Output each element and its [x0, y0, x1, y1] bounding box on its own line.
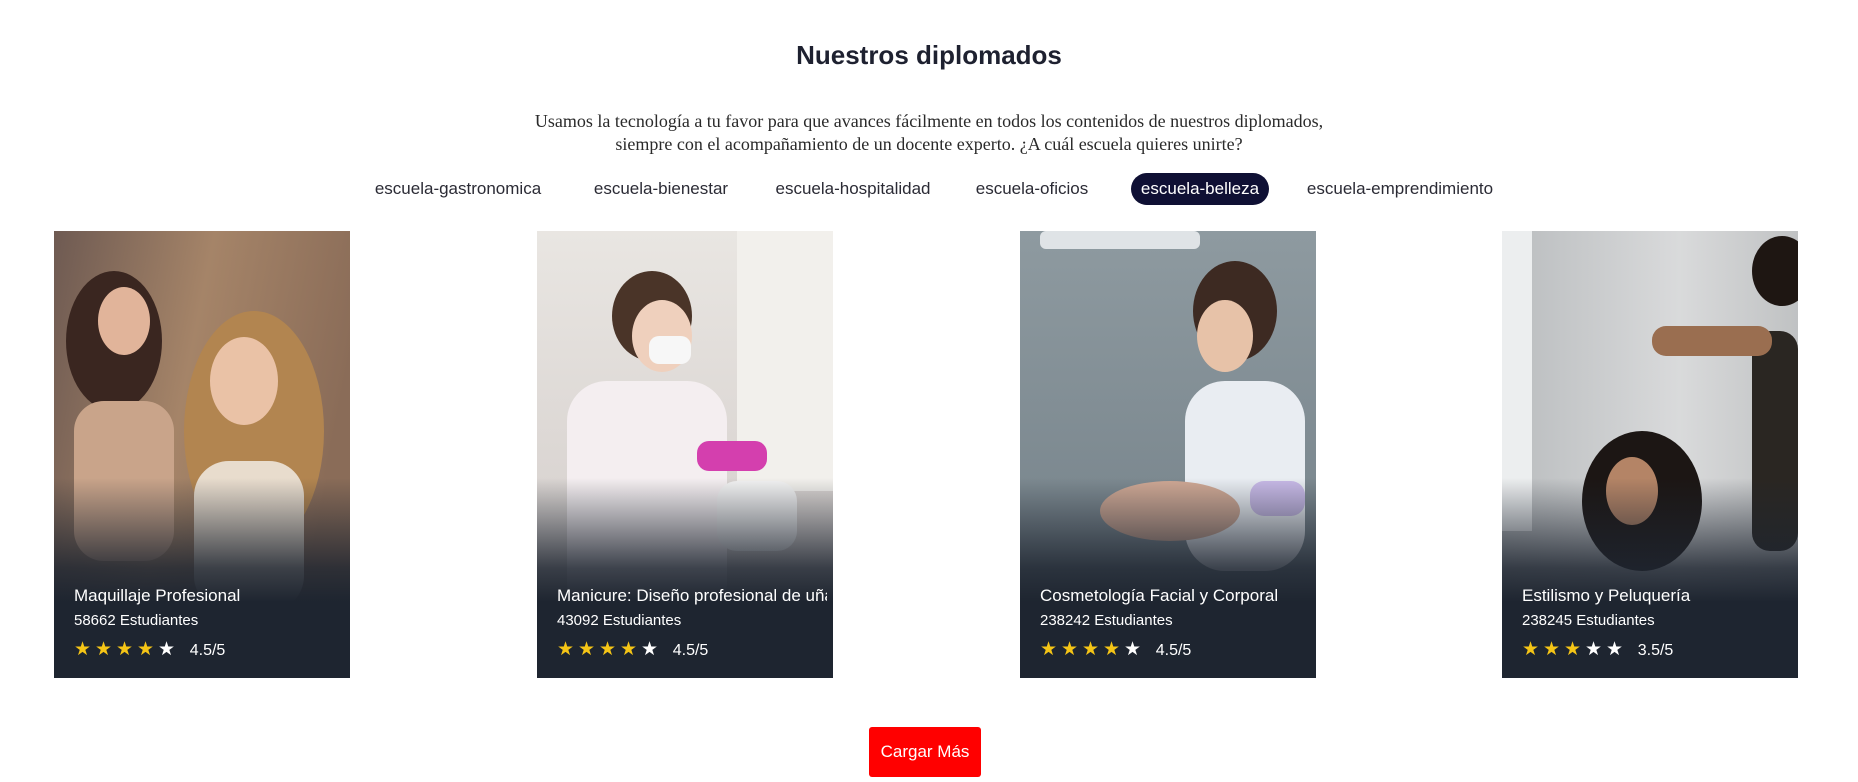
- star-filled-icon: ★: [1103, 639, 1121, 660]
- course-rating: ★ ★ ★ ★ ★ 4.5/5: [557, 639, 827, 661]
- subtitle-line-1: Usamos la tecnología a tu favor para que…: [534, 111, 1324, 131]
- tab-escuela-gastronomica[interactable]: escuela-gastronomica: [374, 173, 542, 205]
- star-empty-icon: ★: [1606, 639, 1624, 660]
- tab-escuela-bienestar[interactable]: escuela-bienestar: [586, 173, 736, 205]
- course-name: Estilismo y Peluquería: [1522, 586, 1691, 605]
- rating-score: 3.5/5: [1637, 642, 1674, 659]
- star-filled-icon: ★: [1082, 639, 1100, 660]
- load-more-button[interactable]: Cargar Más: [869, 727, 981, 777]
- course-rating: ★ ★ ★ ★ ★ 4.5/5: [1040, 639, 1310, 661]
- star-filled-icon: ★: [599, 639, 617, 660]
- star-empty-icon: ★: [158, 639, 176, 660]
- course-card[interactable]: Estilismo y Peluquería 238245 Estudiante…: [1502, 231, 1798, 678]
- subtitle-line-2: siempre con el acompañamiento de un doce…: [615, 134, 1243, 154]
- course-card[interactable]: Maquillaje Profesional 58662 Estudiantes…: [54, 231, 350, 678]
- school-tabs: escuela-gastronomica escuela-bienestar e…: [0, 173, 1858, 205]
- course-name: Cosmetología Facial y Corporal: [1040, 586, 1279, 605]
- course-info: Maquillaje Profesional 58662 Estudiantes…: [74, 586, 344, 661]
- tab-escuela-emprendimiento[interactable]: escuela-emprendimiento: [1303, 173, 1497, 205]
- course-name: Maquillaje Profesional: [74, 586, 241, 605]
- tab-escuela-belleza[interactable]: escuela-belleza: [1131, 173, 1269, 205]
- course-students: 238242 Estudiantes: [1040, 612, 1173, 629]
- star-filled-icon: ★: [557, 639, 575, 660]
- star-filled-icon: ★: [1522, 639, 1540, 660]
- star-filled-icon: ★: [95, 639, 113, 660]
- course-info: Manicure: Diseño profesional de uñas 430…: [557, 586, 827, 661]
- course-card[interactable]: Manicure: Diseño profesional de uñas 430…: [537, 231, 833, 678]
- star-filled-icon: ★: [1564, 639, 1582, 660]
- star-filled-icon: ★: [1040, 639, 1058, 660]
- course-card[interactable]: Cosmetología Facial y Corporal 238242 Es…: [1020, 231, 1316, 678]
- section-subtitle: Usamos la tecnología a tu favor para que…: [429, 110, 1429, 156]
- star-empty-icon: ★: [1124, 639, 1142, 660]
- star-empty-icon: ★: [641, 639, 659, 660]
- star-filled-icon: ★: [620, 639, 638, 660]
- tab-escuela-oficios[interactable]: escuela-oficios: [967, 173, 1097, 205]
- star-filled-icon: ★: [1543, 639, 1561, 660]
- course-students: 43092 Estudiantes: [557, 612, 682, 629]
- course-info: Cosmetología Facial y Corporal 238242 Es…: [1040, 586, 1310, 661]
- course-students: 238245 Estudiantes: [1522, 612, 1655, 629]
- section-title: Nuestros diplomados: [796, 40, 1062, 70]
- star-filled-icon: ★: [137, 639, 155, 660]
- star-filled-icon: ★: [74, 639, 92, 660]
- rating-score: 4.5/5: [189, 642, 226, 659]
- star-filled-icon: ★: [116, 639, 134, 660]
- star-empty-icon: ★: [1585, 639, 1603, 660]
- course-name: Manicure: Diseño profesional de uñas: [557, 586, 827, 605]
- star-filled-icon: ★: [578, 639, 596, 660]
- course-rating: ★ ★ ★ ★ ★ 3.5/5: [1522, 639, 1792, 661]
- rating-score: 4.5/5: [672, 642, 709, 659]
- course-students: 58662 Estudiantes: [74, 612, 199, 629]
- star-filled-icon: ★: [1061, 639, 1079, 660]
- course-info: Estilismo y Peluquería 238245 Estudiante…: [1522, 586, 1792, 661]
- course-rating: ★ ★ ★ ★ ★ 4.5/5: [74, 639, 344, 661]
- rating-score: 4.5/5: [1155, 642, 1192, 659]
- tab-escuela-hospitalidad[interactable]: escuela-hospitalidad: [772, 173, 934, 205]
